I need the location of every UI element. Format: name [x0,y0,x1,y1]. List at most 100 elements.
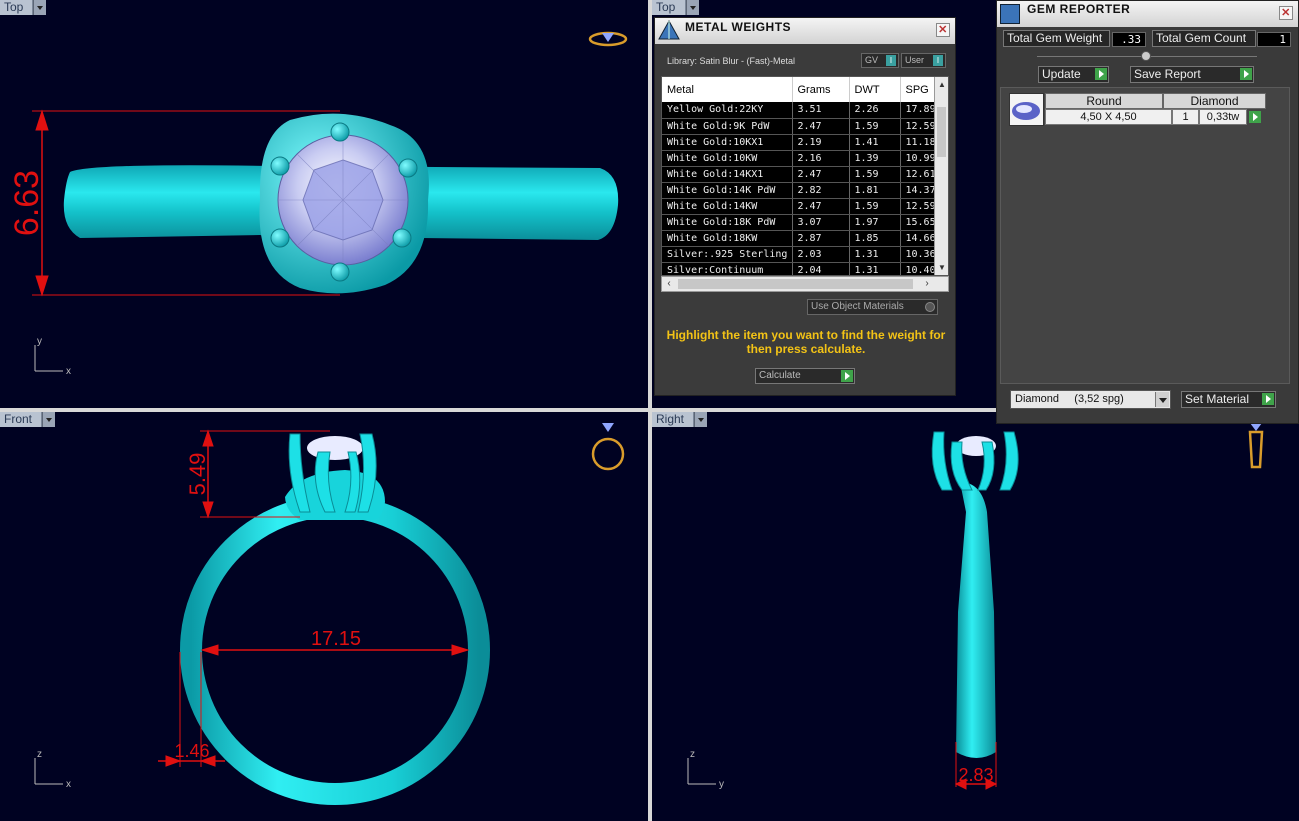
table-row[interactable]: Silver:Continuum 2.04 1.31 10.40 [662,262,937,275]
viewport-menu-button[interactable] [694,412,707,427]
dwt-value: 1.59 [849,118,901,135]
instruction-text: Highlight the item you want to find the … [666,328,946,356]
gv-label: GV [865,55,879,65]
table-row[interactable]: White Gold:14K PdW 2.82 1.81 14.37 [662,182,937,199]
table-row[interactable]: Yellow Gold:22KY 3.51 2.26 17.89 [662,102,937,119]
table-horizontal-scrollbar[interactable]: ‹ › [661,276,949,292]
gv-indicator: I [886,55,896,66]
gv-toggle[interactable]: GV I [861,53,899,68]
spg-value: 12.61 [900,166,937,183]
play-icon[interactable] [1240,68,1252,80]
scroll-left-icon[interactable]: ‹ [662,277,676,291]
update-button[interactable]: Update [1038,66,1109,83]
scroll-thumb[interactable] [678,279,913,289]
table-row[interactable]: White Gold:9K PdW 2.47 1.59 12.59 [662,118,937,135]
set-material-button[interactable]: Set Material [1181,391,1276,408]
user-label: User [905,55,925,65]
right-view-canvas: 2.83 z y [687,423,1264,790]
grams-value: 2.47 [792,166,850,183]
metal-name: White Gold:10KX1 [662,134,793,151]
col-grams[interactable]: Grams [792,77,850,102]
col-dwt[interactable]: DWT [849,77,901,102]
col-spg[interactable]: SPG [900,77,937,102]
chevron-down-icon[interactable] [1155,392,1169,407]
table-vertical-scrollbar[interactable]: ▲ ▼ [934,77,948,275]
axis-z-label: z [690,749,695,760]
table-row[interactable]: White Gold:18KW 2.87 1.85 14.66 [662,230,937,247]
table-row[interactable]: White Gold:10KW 2.16 1.39 10.99 [662,150,937,167]
dwt-value: 1.59 [849,166,901,183]
dwt-value: 1.31 [849,262,901,275]
spg-value: 10.36 [900,246,937,263]
view-ring-icon [591,423,625,471]
close-icon[interactable]: ✕ [936,23,950,37]
dwt-value: 1.39 [849,150,901,167]
save-report-label: Save Report [1134,67,1201,81]
dimension-label-width: 2.83 [958,765,993,785]
viewport-menu-button[interactable] [42,412,55,427]
dwt-value: 1.31 [849,246,901,263]
viewport-label[interactable]: Top [0,0,33,15]
metal-table[interactable]: Metal Grams DWT SPG Yellow Gold:22KY 3.51… [661,76,949,276]
gem-row-play-icon[interactable] [1249,111,1261,123]
use-object-materials-label: Use Object Materials [811,301,904,312]
calculate-button[interactable]: Calculate [755,368,855,384]
gem-reporter-titlebar[interactable]: GEM REPORTER ✕ [997,1,1298,27]
library-label: Library: Satin Blur - (Fast)-Metal [667,56,796,66]
gem-weight: 0,33tw [1199,109,1247,125]
material-select[interactable]: Diamond (3,52 spg) [1010,390,1171,409]
scroll-down-icon[interactable]: ▼ [937,263,947,275]
play-icon[interactable] [841,370,853,382]
viewport-menu-button[interactable] [33,0,46,15]
metal-name: White Gold:14K PdW [662,182,793,199]
viewport-top[interactable]: 6.63 y x Top [0,0,648,408]
gem-count: 1 [1172,109,1199,125]
view-ring-icon [1248,423,1264,469]
grams-value: 2.03 [792,246,850,263]
table-row[interactable]: White Gold:10KX1 2.19 1.41 11.18 [662,134,937,151]
table-row[interactable]: White Gold:14KX1 2.47 1.59 12.61 [662,166,937,183]
gem-shape: Round [1045,93,1163,109]
total-gem-weight-value: .33 [1112,32,1146,47]
save-report-button[interactable]: Save Report [1130,66,1254,83]
grams-value: 2.04 [792,262,850,275]
viewport-label[interactable]: Right [652,412,694,427]
spg-value: 15.65 [900,214,937,231]
scroll-up-icon[interactable]: ▲ [937,80,947,92]
top-view-canvas: 6.63 y x [8,31,628,377]
viewport-label[interactable]: Top [652,0,686,15]
close-icon[interactable]: ✕ [1279,6,1293,20]
metal-weights-panel: METAL WEIGHTS ✕ Library: Satin Blur - (F… [654,17,956,396]
play-icon[interactable] [1095,68,1107,80]
metal-weights-titlebar[interactable]: METAL WEIGHTS ✕ [655,18,955,44]
viewport-front[interactable]: 5.49 17.15 1.46 z x Front [0,412,648,821]
metal-name: Yellow Gold:22KY [662,102,793,119]
metal-name: White Gold:14KW [662,198,793,215]
use-object-materials-toggle[interactable]: Use Object Materials [807,299,938,315]
user-toggle[interactable]: User I [901,53,946,68]
grams-value: 2.47 [792,118,850,135]
viewport-label[interactable]: Front [0,412,42,427]
spg-value: 12.59 [900,118,937,135]
grams-value: 2.87 [792,230,850,247]
metal-name: White Gold:10KW [662,150,793,167]
table-row[interactable]: Silver:.925 Sterling 2.03 1.31 10.36 [662,246,937,263]
table-row[interactable]: White Gold:18K PdW 3.07 1.97 15.65 [662,214,937,231]
spg-value: 12.59 [900,198,937,215]
view-ring-icon [588,31,628,47]
set-material-label: Set Material [1185,392,1250,406]
col-metal[interactable]: Metal [662,77,793,102]
scroll-thumb[interactable] [937,107,946,157]
divider-handle[interactable] [1141,51,1151,61]
scroll-right-icon[interactable]: › [920,277,934,291]
gem-thumbnail[interactable] [1009,93,1044,126]
dimension-label: 6.63 [8,170,46,236]
table-row[interactable]: White Gold:14KW 2.47 1.59 12.59 [662,198,937,215]
viewport-right[interactable]: 2.83 z y Right [652,412,1299,821]
metal-name: White Gold:18K PdW [662,214,793,231]
axis-y-label: y [37,336,42,347]
play-icon[interactable] [1262,393,1274,405]
dwt-value: 1.97 [849,214,901,231]
radio-icon[interactable] [925,302,935,312]
viewport-menu-button[interactable] [686,0,699,15]
